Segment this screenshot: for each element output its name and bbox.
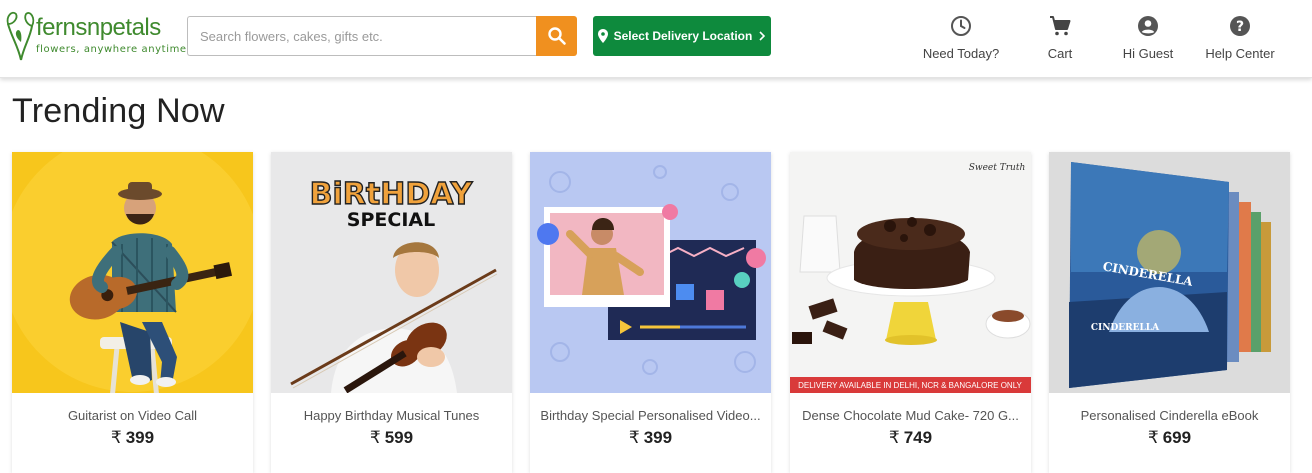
image-text-book-title-lower: CINDERELLA [1091,323,1160,333]
product-price: ₹749 [790,428,1031,448]
chevron-right-icon [759,31,766,41]
search-input[interactable] [187,16,537,56]
help-icon: ? [1228,14,1252,38]
nav-label: Help Center [1205,46,1275,61]
product-image-violin[interactable]: BiRtHDAY SPECIAL [271,152,512,393]
product-price: ₹599 [271,428,512,448]
clock-icon [949,14,973,38]
search-icon [547,27,566,45]
image-text-birthday: BiRtHDAY [310,177,474,212]
product-card[interactable]: Birthday Special Personalised Video... ₹… [530,152,771,473]
currency-symbol: ₹ [628,428,640,447]
product-name[interactable]: Birthday Special Personalised Video... [530,408,771,423]
nav-label: Hi Guest [1122,46,1174,61]
product-image-ebook[interactable]: CINDERELLA CINDERELLA [1049,152,1290,393]
search-button[interactable] [536,16,577,56]
product-card[interactable]: BiRtHDAY SPECIAL Happy Birthday Musical … [271,152,512,473]
nav-account[interactable]: Hi Guest [1114,14,1182,66]
product-name[interactable]: Guitarist on Video Call [12,408,253,423]
product-name[interactable]: Personalised Cinderella eBook [1049,408,1290,423]
nav-label: Cart [1047,46,1073,61]
product-image-guitarist[interactable] [12,152,253,393]
brand-name: fernsnpetals [36,14,161,41]
product-price: ₹399 [530,428,771,448]
header: fernsnpetals flowers, anywhere anytime..… [0,0,1312,78]
price-value: 749 [903,428,933,447]
cart-icon [1048,14,1072,38]
product-price: ₹699 [1049,428,1290,448]
price-value: 699 [1162,428,1192,447]
image-text-special: SPECIAL [347,209,435,231]
select-delivery-location-button[interactable]: Select Delivery Location [593,16,771,56]
price-value: 399 [125,428,155,447]
nav-cart[interactable]: Cart [1030,14,1090,66]
product-image-cake[interactable]: Sweet Truth DELIVERY AVAILABLE IN DELHI,… [790,152,1031,393]
svg-text:?: ? [1236,19,1244,35]
location-pin-icon [597,29,608,43]
account-icon [1136,14,1160,38]
location-button-label: Select Delivery Location [613,29,753,43]
product-card[interactable]: Guitarist on Video Call ₹399 [12,152,253,473]
image-text-brand: Sweet Truth [969,163,1026,173]
currency-symbol: ₹ [888,428,900,447]
product-name[interactable]: Happy Birthday Musical Tunes [271,408,512,423]
promo-strip: DELIVERY AVAILABLE IN DELHI, NCR & BANGA… [798,381,1022,390]
section-title: Trending Now [12,92,225,130]
product-name[interactable]: Dense Chocolate Mud Cake- 720 G... [790,408,1031,423]
price-value: 599 [384,428,414,447]
product-price: ₹399 [12,428,253,448]
currency-symbol: ₹ [1147,428,1159,447]
nav-help-center[interactable]: ? Help Center [1200,14,1280,66]
product-card[interactable]: CINDERELLA CINDERELLA Personalised Cinde… [1049,152,1290,473]
currency-symbol: ₹ [110,428,122,447]
currency-symbol: ₹ [369,428,381,447]
nav-need-today[interactable]: Need Today? [918,14,1004,66]
brand-tagline: flowers, anywhere anytime... [36,44,199,55]
brand-logo[interactable]: fernsnpetals flowers, anywhere anytime..… [4,2,197,64]
logo-leaf-icon [6,11,35,61]
product-image-video[interactable] [530,152,771,393]
price-value: 399 [643,428,673,447]
nav-label: Need Today? [922,46,1000,61]
search-bar [187,16,577,56]
product-card[interactable]: Sweet Truth DELIVERY AVAILABLE IN DELHI,… [790,152,1031,473]
